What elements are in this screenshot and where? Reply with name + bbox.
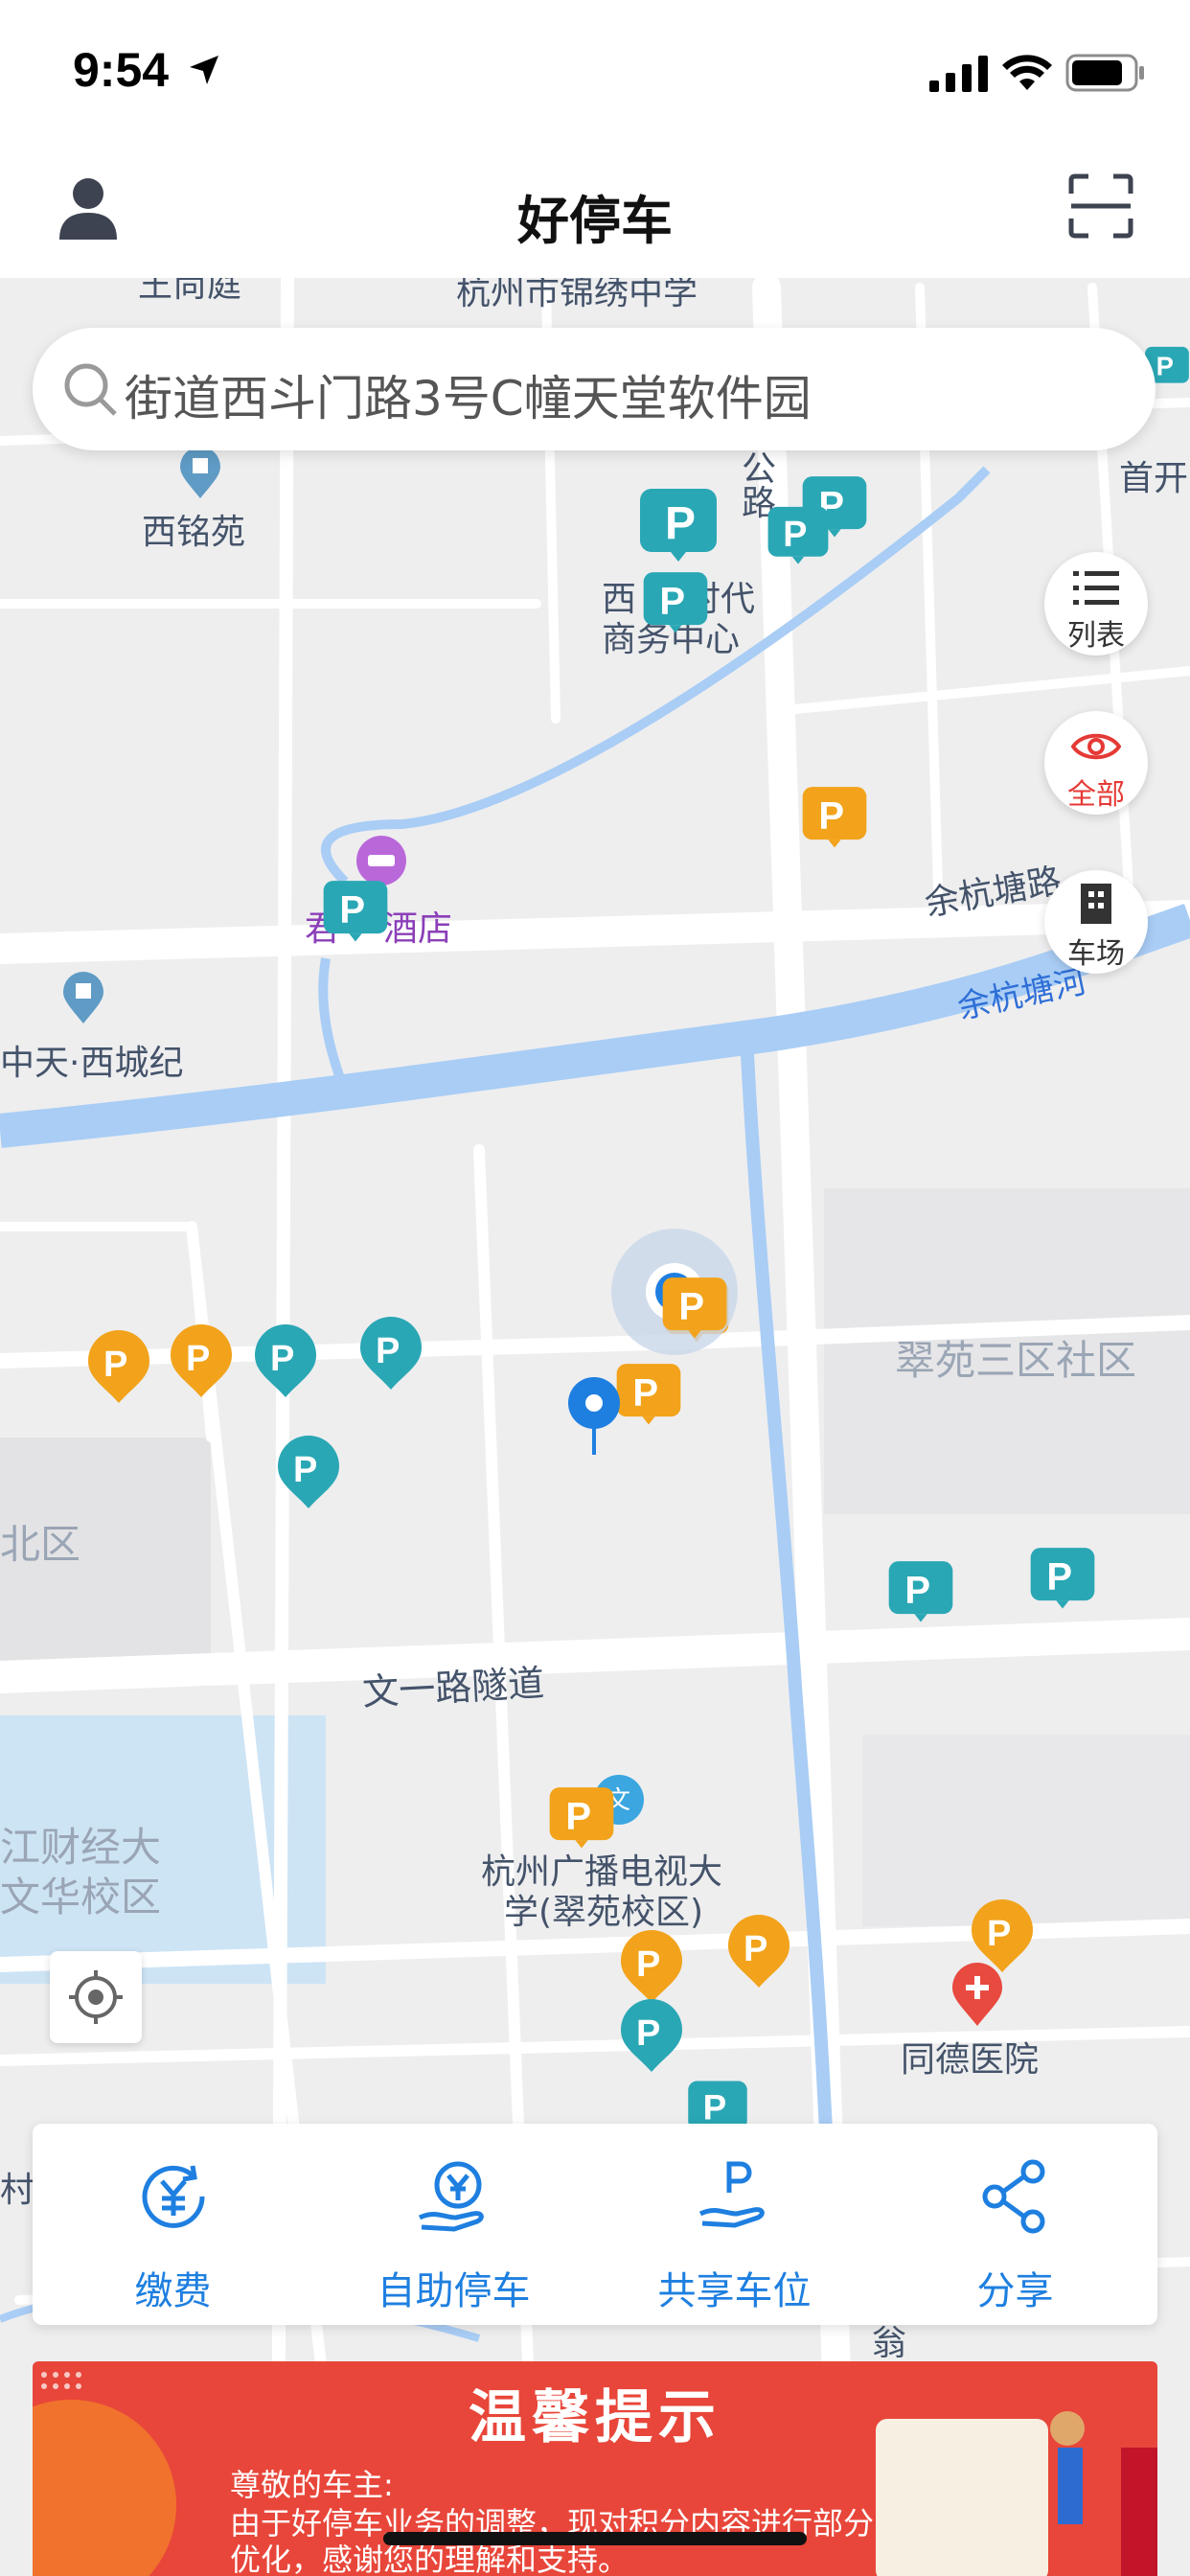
search-icon — [64, 363, 117, 416]
parking-spot-pin[interactable]: P — [169, 1322, 234, 1399]
home-indicator[interactable] — [383, 2532, 807, 2545]
yuan-pay-icon — [142, 2165, 205, 2228]
parking-spot-pin[interactable]: P — [86, 1328, 151, 1405]
map-label: 王尚庭 — [138, 278, 242, 305]
svg-text:P: P — [376, 1331, 400, 1371]
location-arrow-icon — [190, 56, 218, 84]
svg-text:P: P — [659, 581, 685, 623]
svg-text:P: P — [293, 1450, 317, 1490]
self-parking-label: 自助停车 — [377, 2269, 531, 2313]
parking-lot-pin[interactable]: P — [548, 1784, 615, 1850]
parking-lot-pin[interactable]: P — [322, 878, 389, 943]
svg-text:P: P — [744, 1929, 767, 1969]
svg-text:P: P — [678, 1286, 704, 1328]
self-parking-button[interactable]: 自助停车 — [313, 2124, 594, 2325]
search-input[interactable]: 街道西斗门路3号C幢天堂软件园 — [125, 360, 812, 429]
parking-spot-pin[interactable]: P — [970, 1898, 1035, 1974]
scan-icon[interactable] — [1067, 172, 1134, 240]
battery-icon — [1065, 54, 1144, 92]
page-title: 好停车 — [517, 191, 673, 251]
parking-lot-pin[interactable]: P — [801, 784, 868, 849]
share-spot-button[interactable]: 共享车位 — [594, 2124, 875, 2325]
svg-text:P: P — [783, 514, 807, 554]
lots-button-label: 车场 — [1067, 937, 1125, 971]
parking-lot-pin[interactable]: P — [1029, 1545, 1096, 1610]
map-label: 北区 — [0, 1521, 81, 1568]
share-spot-label: 共享车位 — [657, 2269, 812, 2313]
map-label: 文华校区 — [0, 1874, 162, 1920]
list-icon — [1073, 571, 1119, 605]
nav-bar: 好停车 — [0, 144, 1190, 278]
map-label: 同德医院 — [901, 2040, 1040, 2080]
map-label: 学(翠苑校区) — [504, 1893, 704, 1932]
list-button-label: 列表 — [1067, 619, 1125, 653]
parking-spot-pin[interactable]: P — [619, 1997, 684, 2074]
parking-spot-pin[interactable]: P — [726, 1913, 791, 1990]
svg-text:P: P — [339, 889, 365, 932]
parking-spot-pin[interactable]: P — [276, 1434, 341, 1510]
parking-lot-pin[interactable]: P — [767, 504, 830, 565]
map-label: 村 — [0, 2171, 35, 2210]
banner-title: 温馨提示 — [469, 2384, 721, 2451]
yuan-hand-icon — [418, 2161, 484, 2232]
share-button[interactable]: 分享 — [875, 2124, 1156, 2325]
parking-hand-icon — [698, 2161, 765, 2228]
svg-text:P: P — [103, 1345, 127, 1385]
parking-lots-button[interactable]: 车场 — [1044, 870, 1148, 974]
pay-button[interactable]: 缴费 — [33, 2124, 313, 2325]
parking-lot-pin[interactable]: P — [638, 487, 719, 562]
pay-label: 缴费 — [134, 2269, 212, 2313]
svg-text:P: P — [818, 795, 844, 838]
list-view-button[interactable]: 列表 — [1044, 552, 1148, 656]
share-icon — [982, 2159, 1044, 2234]
svg-text:P: P — [1156, 352, 1174, 381]
svg-text:P: P — [186, 1339, 210, 1379]
crosshair-icon — [69, 1970, 123, 2024]
svg-text:P: P — [632, 1372, 658, 1414]
cellular-signal-icon — [929, 56, 988, 92]
map-label: 中天·西城纪 — [0, 1044, 184, 1083]
map-label: 杭州市锦绣中学 — [456, 278, 698, 312]
svg-text:P: P — [1046, 1556, 1072, 1598]
eye-icon — [1071, 733, 1121, 760]
parking-spot-pin[interactable]: P — [253, 1322, 318, 1399]
parking-lot-pin[interactable]: P — [661, 1275, 728, 1340]
parking-lot-pin[interactable]: P — [887, 1558, 954, 1623]
status-bar: 9:54 — [0, 0, 1190, 144]
poi-building-icon — [63, 972, 103, 1024]
status-time: 9:54 — [73, 43, 170, 97]
map-label: 酒店 — [383, 909, 453, 949]
filter-all-button[interactable]: 全部 — [1044, 711, 1148, 815]
poi-building-icon — [180, 447, 220, 498]
svg-text:P: P — [565, 1796, 591, 1838]
destination-pin-icon — [568, 1377, 620, 1455]
svg-text:P: P — [270, 1339, 294, 1379]
svg-text:P: P — [703, 2088, 727, 2128]
svg-text:P: P — [987, 1914, 1011, 1954]
all-button-label: 全部 — [1067, 778, 1125, 812]
svg-text:P: P — [904, 1570, 930, 1612]
parking-spot-pin[interactable]: P — [619, 1928, 684, 2005]
map-label: 西铭苑 — [142, 513, 246, 552]
parking-spot-pin[interactable]: P — [358, 1315, 423, 1392]
svg-text:P: P — [636, 2013, 660, 2054]
search-bar[interactable]: 街道西斗门路3号C幢天堂软件园 — [33, 328, 1156, 450]
parking-lot-pin[interactable]: P — [642, 569, 709, 634]
banner-greeting: 尊敬的车主: — [230, 2467, 394, 2503]
wifi-icon — [1002, 55, 1052, 90]
svg-text:P: P — [636, 1944, 660, 1985]
map-label: 首开 — [1119, 459, 1189, 498]
svg-text:P: P — [665, 498, 696, 549]
share-label: 分享 — [976, 2269, 1054, 2313]
parking-lot-pin[interactable]: P — [615, 1361, 682, 1426]
action-bar: 缴费 自助停车 共享车位 分享 — [33, 2124, 1157, 2325]
building-icon — [1081, 884, 1111, 924]
map-label: 翠苑三区社区 — [895, 1337, 1137, 1384]
map-label: 文一路隧道 — [361, 1662, 546, 1714]
locate-me-button[interactable] — [50, 1951, 142, 2043]
